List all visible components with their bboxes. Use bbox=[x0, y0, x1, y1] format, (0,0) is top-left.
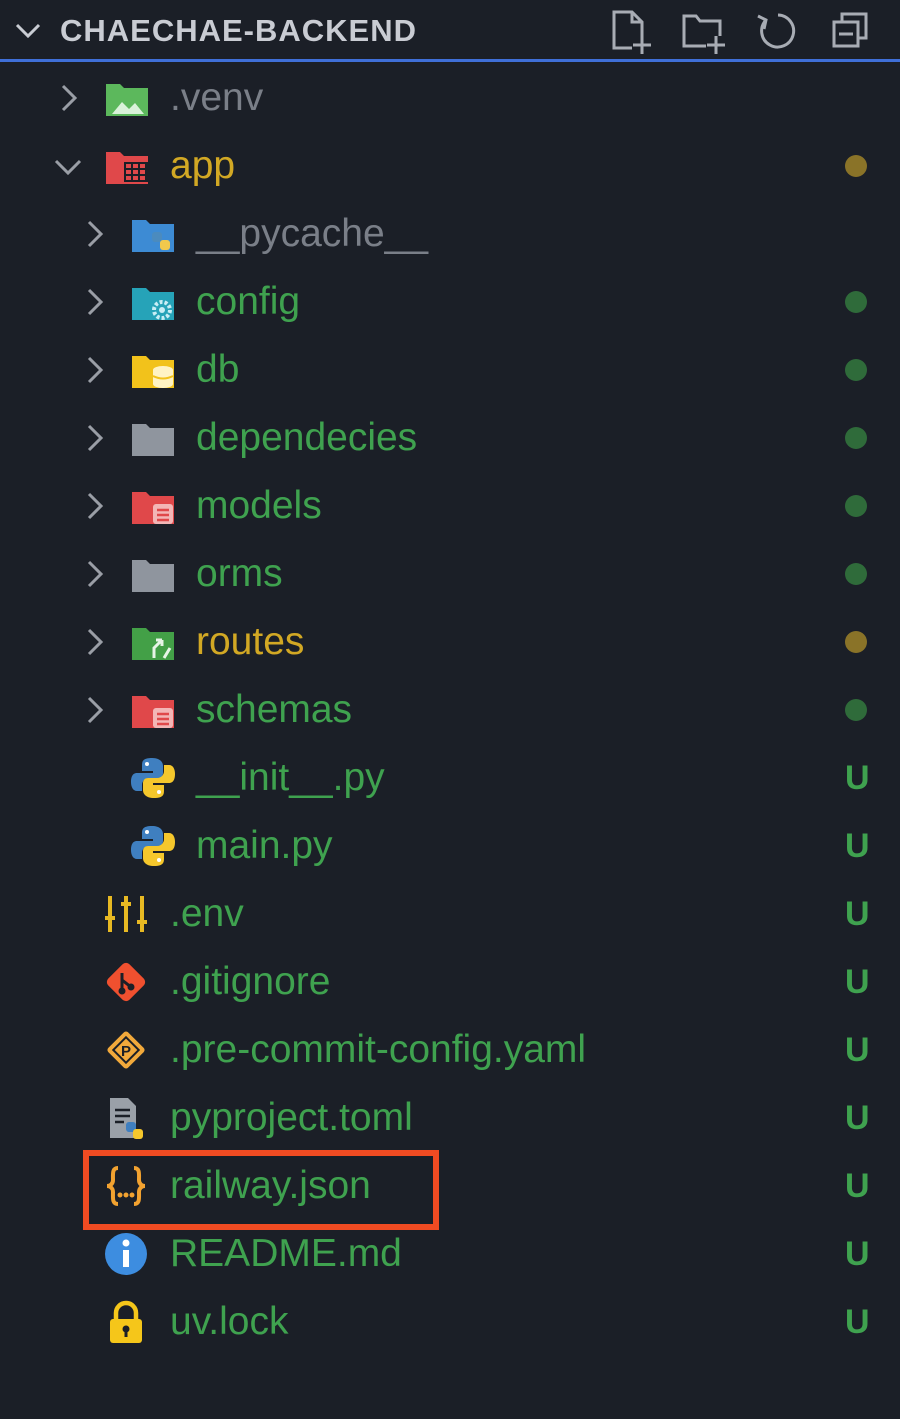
git-status-dot bbox=[845, 427, 867, 449]
explorer-header: CHAECHAE-BACKEND bbox=[0, 0, 900, 62]
lock-icon bbox=[110, 1300, 142, 1343]
models-folder-icon bbox=[132, 492, 174, 524]
tree-item-label: config bbox=[196, 280, 301, 323]
git-status-badge: U bbox=[845, 759, 870, 797]
chevron-right-icon[interactable] bbox=[52, 82, 84, 114]
folder-row[interactable]: .venv bbox=[0, 64, 900, 132]
git-status-dot bbox=[845, 631, 867, 653]
folder-row[interactable]: db bbox=[0, 336, 900, 404]
tree-item-label: models bbox=[196, 484, 322, 527]
file-row[interactable]: main.py U bbox=[0, 812, 900, 880]
new-folder-icon[interactable] bbox=[680, 8, 726, 54]
file-row[interactable]: P .pre-commit-config.yaml U bbox=[0, 1016, 900, 1084]
file-row[interactable]: pyproject.toml U bbox=[0, 1084, 900, 1152]
chevron-right-icon[interactable] bbox=[78, 354, 110, 386]
database-folder-icon bbox=[132, 356, 174, 388]
folder-row[interactable]: dependecies bbox=[0, 404, 900, 472]
git-status-dot bbox=[845, 291, 867, 313]
git-status-badge: U bbox=[845, 895, 870, 933]
tree-item-label: schemas bbox=[196, 688, 353, 731]
collapse-all-icon[interactable] bbox=[828, 8, 874, 54]
git-status-badge: U bbox=[845, 1235, 870, 1273]
new-file-icon[interactable] bbox=[606, 8, 652, 54]
folder-row[interactable]: __pycache__ bbox=[0, 200, 900, 268]
json-braces-icon bbox=[106, 1166, 146, 1206]
explorer-title[interactable]: CHAECHAE-BACKEND bbox=[60, 12, 417, 50]
folder-row[interactable]: orms bbox=[0, 540, 900, 608]
chevron-right-icon[interactable] bbox=[78, 218, 110, 250]
tree-item-label: uv.lock bbox=[170, 1300, 289, 1343]
env-settings-icon bbox=[105, 896, 147, 932]
file-row[interactable]: uv.lock U bbox=[0, 1288, 900, 1356]
git-status-dot bbox=[845, 359, 867, 381]
chevron-down-icon[interactable] bbox=[12, 14, 44, 46]
git-status-badge: U bbox=[845, 1303, 870, 1341]
tree-item-label: db bbox=[196, 348, 240, 391]
chevron-right-icon[interactable] bbox=[78, 694, 110, 726]
routes-folder-icon bbox=[132, 628, 174, 660]
git-status-dot bbox=[845, 495, 867, 517]
chevron-right-icon[interactable] bbox=[78, 286, 110, 318]
tree-item-label: .venv bbox=[170, 76, 264, 119]
pre-commit-icon: P bbox=[107, 1031, 145, 1069]
git-status-badge: U bbox=[845, 1099, 870, 1137]
git-status-badge: U bbox=[845, 827, 870, 865]
schemas-folder-icon bbox=[132, 696, 174, 728]
tree-item-label: .pre-commit-config.yaml bbox=[170, 1028, 587, 1071]
tree-item-label: routes bbox=[196, 620, 305, 663]
tree-item-label: orms bbox=[196, 552, 283, 595]
git-status-dot bbox=[845, 699, 867, 721]
file-row[interactable]: .env U bbox=[0, 880, 900, 948]
git-status-badge: U bbox=[845, 1031, 870, 1069]
tree-item-label: railway.json bbox=[170, 1164, 371, 1207]
python-icon bbox=[131, 826, 175, 866]
python-folder-icon bbox=[132, 220, 174, 252]
git-status-badge: U bbox=[845, 1167, 870, 1205]
tree-item-label: README.md bbox=[170, 1232, 402, 1275]
file-row[interactable]: railway.json U bbox=[0, 1152, 900, 1220]
file-row[interactable]: README.md U bbox=[0, 1220, 900, 1288]
folder-row[interactable]: routes bbox=[0, 608, 900, 676]
folder-row[interactable]: app bbox=[0, 132, 900, 200]
refresh-icon[interactable] bbox=[754, 8, 800, 54]
svg-text:P: P bbox=[121, 1043, 131, 1060]
chevron-right-icon[interactable] bbox=[78, 422, 110, 454]
tree-item-label: pyproject.toml bbox=[170, 1096, 413, 1139]
tree-item-label: main.py bbox=[196, 824, 333, 867]
git-icon bbox=[106, 962, 146, 1002]
file-row[interactable]: __init__.py U bbox=[0, 744, 900, 812]
chevron-right-icon[interactable] bbox=[78, 558, 110, 590]
tree-item-label: dependecies bbox=[196, 416, 418, 459]
file-row[interactable]: .gitignore U bbox=[0, 948, 900, 1016]
chevron-down-icon[interactable] bbox=[52, 150, 84, 182]
git-status-dot bbox=[845, 563, 867, 585]
chevron-right-icon[interactable] bbox=[78, 626, 110, 658]
info-icon bbox=[105, 1233, 147, 1275]
tree-item-label: .env bbox=[170, 892, 244, 935]
folder-icon bbox=[132, 560, 174, 592]
venv-folder-icon bbox=[106, 84, 148, 116]
config-folder-icon bbox=[132, 288, 174, 320]
tree-item-label: .gitignore bbox=[170, 960, 331, 1003]
folder-row[interactable]: schemas bbox=[0, 676, 900, 744]
tree-item-label: __pycache__ bbox=[196, 212, 429, 255]
pyproject-icon bbox=[110, 1098, 143, 1139]
app-folder-icon bbox=[106, 152, 148, 184]
folder-row[interactable]: models bbox=[0, 472, 900, 540]
git-status-badge: U bbox=[845, 963, 870, 1001]
folder-icon bbox=[132, 424, 174, 456]
git-status-dot bbox=[845, 155, 867, 177]
folder-row[interactable]: config bbox=[0, 268, 900, 336]
tree-item-label: __init__.py bbox=[196, 756, 385, 799]
tree-item-label: app bbox=[170, 144, 236, 187]
python-icon bbox=[131, 758, 175, 798]
chevron-right-icon[interactable] bbox=[78, 490, 110, 522]
